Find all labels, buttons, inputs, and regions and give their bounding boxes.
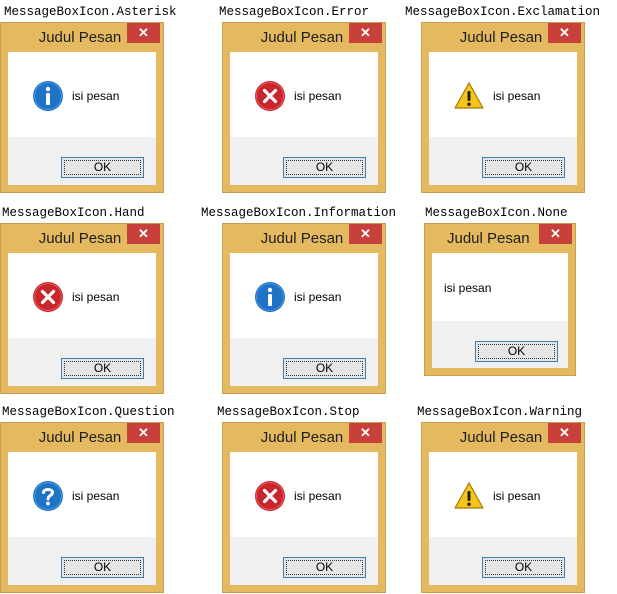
caption-none: MessageBoxIcon.None xyxy=(425,206,568,220)
message-area: isi pesan xyxy=(8,452,156,537)
information-icon xyxy=(255,282,285,312)
caption-stop: MessageBoxIcon.Stop xyxy=(217,405,360,419)
caption-warning: MessageBoxIcon.Warning xyxy=(417,405,583,419)
message-text: isi pesan xyxy=(294,489,342,503)
message-text: isi pesan xyxy=(72,290,120,304)
ok-button[interactable]: OK xyxy=(482,557,565,578)
message-text: isi pesan xyxy=(444,281,492,295)
dialog-client: isi pesan OK xyxy=(8,52,156,185)
close-button[interactable]: ✕ xyxy=(349,224,382,244)
close-button[interactable]: ✕ xyxy=(539,224,572,244)
message-area: isi pesan xyxy=(230,452,378,537)
dialog-none: Judul Pesan ✕ isi pesan OK xyxy=(424,223,576,376)
warning-icon xyxy=(454,482,484,509)
title-bar[interactable]: Judul Pesan ✕ xyxy=(223,23,385,52)
close-button[interactable]: ✕ xyxy=(127,423,160,443)
close-button[interactable]: ✕ xyxy=(548,423,581,443)
error-icon xyxy=(255,481,285,511)
title-bar[interactable]: Judul Pesan ✕ xyxy=(223,224,385,253)
title-bar[interactable]: Judul Pesan ✕ xyxy=(422,423,584,452)
dialog-client: isi pesan OK xyxy=(230,52,378,185)
title-bar[interactable]: Judul Pesan ✕ xyxy=(223,423,385,452)
caption-question: MessageBoxIcon.Question xyxy=(2,405,175,419)
dialog-client: isi pesan OK xyxy=(429,52,577,185)
dialog-warning: Judul Pesan ✕ isi pesan OK xyxy=(421,422,585,593)
information-icon xyxy=(33,81,63,111)
close-button[interactable]: ✕ xyxy=(127,23,160,43)
dialog-client: isi pesan OK xyxy=(230,253,378,386)
ok-button[interactable]: OK xyxy=(61,157,144,178)
title-bar[interactable]: Judul Pesan ✕ xyxy=(1,423,163,452)
message-area: isi pesan xyxy=(429,52,577,137)
ok-button[interactable]: OK xyxy=(283,157,366,178)
dialog-stop: Judul Pesan ✕ isi pesan OK xyxy=(222,422,386,593)
message-text: isi pesan xyxy=(493,89,541,103)
dialog-client: isi pesan OK xyxy=(230,452,378,585)
dialog-client: isi pesan OK xyxy=(8,452,156,585)
ok-button[interactable]: OK xyxy=(283,358,366,379)
ok-button[interactable]: OK xyxy=(61,358,144,379)
close-button[interactable]: ✕ xyxy=(548,23,581,43)
message-text: isi pesan xyxy=(294,89,342,103)
dialog-question: Judul Pesan ✕ isi pesan OK xyxy=(0,422,164,593)
message-text: isi pesan xyxy=(294,290,342,304)
warning-icon xyxy=(454,82,484,109)
close-button[interactable]: ✕ xyxy=(349,23,382,43)
message-text: isi pesan xyxy=(72,489,120,503)
caption-exclamation: MessageBoxIcon.Exclamation xyxy=(405,5,601,19)
message-area: isi pesan xyxy=(8,52,156,137)
title-bar[interactable]: Judul Pesan ✕ xyxy=(422,23,584,52)
message-area: isi pesan xyxy=(429,452,577,537)
message-area: isi pesan xyxy=(432,253,568,321)
dialog-hand: Judul Pesan ✕ isi pesan OK xyxy=(0,223,164,394)
ok-button[interactable]: OK xyxy=(283,557,366,578)
close-button[interactable]: ✕ xyxy=(127,224,160,244)
caption-error: MessageBoxIcon.Error xyxy=(219,5,370,19)
message-text: isi pesan xyxy=(72,89,120,103)
message-area: isi pesan xyxy=(230,52,378,137)
dialog-client: isi pesan OK xyxy=(432,253,568,368)
close-button[interactable]: ✕ xyxy=(349,423,382,443)
caption-asterisk: MessageBoxIcon.Asterisk xyxy=(4,5,177,19)
title-bar[interactable]: Judul Pesan ✕ xyxy=(425,224,575,253)
dialog-exclamation: Judul Pesan ✕ isi pesan OK xyxy=(421,22,585,193)
error-icon xyxy=(33,282,63,312)
dialog-error: Judul Pesan ✕ isi pesan OK xyxy=(222,22,386,193)
ok-button[interactable]: OK xyxy=(482,157,565,178)
caption-hand: MessageBoxIcon.Hand xyxy=(2,206,145,220)
error-icon xyxy=(255,81,285,111)
dialog-information: Judul Pesan ✕ isi pesan OK xyxy=(222,223,386,394)
ok-button[interactable]: OK xyxy=(475,341,558,362)
title-bar[interactable]: Judul Pesan ✕ xyxy=(1,23,163,52)
message-text: isi pesan xyxy=(493,489,541,503)
question-icon xyxy=(33,481,63,511)
dialog-client: isi pesan OK xyxy=(429,452,577,585)
dialog-asterisk: Judul Pesan ✕ isi pesan OK xyxy=(0,22,164,193)
title-bar[interactable]: Judul Pesan ✕ xyxy=(1,224,163,253)
caption-information: MessageBoxIcon.Information xyxy=(201,206,397,220)
dialog-client: isi pesan OK xyxy=(8,253,156,386)
ok-button[interactable]: OK xyxy=(61,557,144,578)
message-area: isi pesan xyxy=(8,253,156,338)
message-area: isi pesan xyxy=(230,253,378,338)
